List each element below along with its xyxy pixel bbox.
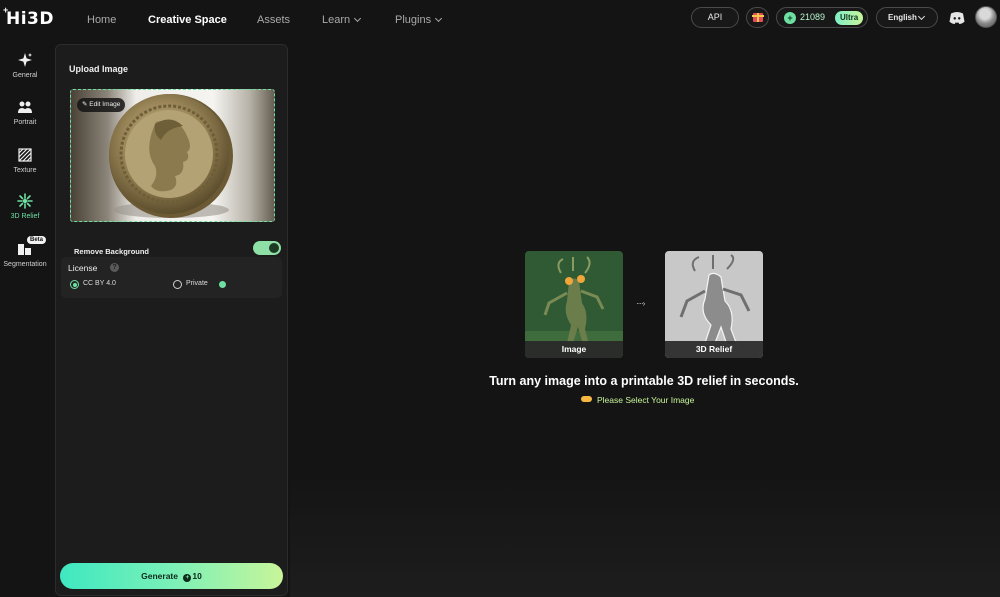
coin-icon: + bbox=[784, 12, 796, 24]
arrow-right-icon: ····› bbox=[636, 299, 645, 308]
edit-image-button[interactable]: ✎ Edit Image bbox=[77, 98, 126, 112]
sidebar-item-general[interactable]: General bbox=[0, 52, 50, 79]
license-option-label: Private bbox=[186, 280, 208, 287]
main-gradient bbox=[290, 470, 1000, 597]
sidebar-item-label: 3D Relief bbox=[10, 213, 40, 220]
sidebar-item-3d-relief[interactable]: 3D Relief bbox=[0, 193, 50, 220]
config-panel: Upload Image ✎ Edit Image Remove Backgro… bbox=[55, 44, 288, 596]
nav-creative-space[interactable]: Creative Space bbox=[148, 14, 227, 26]
license-radio-private[interactable] bbox=[173, 280, 182, 289]
gift-button[interactable] bbox=[746, 7, 769, 28]
edit-image-label: Edit Image bbox=[89, 101, 121, 108]
generate-label: Generate bbox=[141, 571, 178, 581]
sparkle-icon bbox=[18, 53, 32, 67]
discord-icon[interactable] bbox=[948, 9, 966, 27]
chevron-down-icon bbox=[354, 14, 362, 23]
sidebar-item-label: General bbox=[12, 72, 38, 79]
remove-background-toggle[interactable] bbox=[253, 241, 281, 255]
license-title: License bbox=[68, 263, 98, 273]
nav-home[interactable]: Home bbox=[87, 14, 116, 26]
nav-plugins-label: Plugins bbox=[395, 14, 432, 26]
sidebar-item-texture[interactable]: Texture bbox=[0, 147, 50, 174]
upload-card: Upload Image ✎ Edit Image Remove Backgro… bbox=[61, 53, 282, 256]
language-label: English bbox=[888, 13, 917, 22]
avatar[interactable] bbox=[975, 6, 997, 28]
people-icon bbox=[18, 101, 32, 113]
hint-label: Please Select Your Image bbox=[597, 395, 695, 405]
beta-badge: Beta bbox=[27, 236, 47, 244]
sidebar-item-label: Segmentation bbox=[3, 261, 47, 268]
uploaded-image[interactable]: ✎ Edit Image bbox=[70, 89, 275, 222]
example-output-label: 3D Relief bbox=[665, 341, 763, 358]
chevron-down-icon bbox=[917, 12, 926, 21]
credits-pill[interactable]: + 21089 Ultra bbox=[776, 7, 868, 28]
texture-icon bbox=[18, 148, 32, 162]
nav-plugins[interactable]: Plugins bbox=[395, 14, 443, 26]
nav-learn-label: Learn bbox=[322, 14, 351, 26]
relief-icon bbox=[17, 193, 33, 209]
logo[interactable]: Hi3D bbox=[6, 9, 54, 29]
generate-button[interactable]: Generate +10 bbox=[60, 563, 283, 589]
nav-assets[interactable]: Assets bbox=[257, 14, 290, 26]
select-image-hint[interactable]: Please Select Your Image bbox=[581, 395, 694, 405]
license-radio-cc-by[interactable] bbox=[70, 280, 79, 289]
api-button[interactable]: API bbox=[691, 7, 739, 28]
sidebar-item-label: Portrait bbox=[13, 119, 37, 126]
plan-badge: Ultra bbox=[835, 11, 864, 25]
remove-background-label: Remove Background bbox=[74, 247, 150, 256]
language-select[interactable]: English bbox=[876, 7, 938, 28]
nav-learn[interactable]: Learn bbox=[322, 14, 362, 26]
credits-count: 21089 bbox=[800, 12, 826, 22]
example-output-image: 3D Relief bbox=[665, 251, 763, 358]
generate-cost: 10 bbox=[192, 571, 202, 581]
upload-title: Upload Image bbox=[69, 64, 129, 74]
example-input-label: Image bbox=[525, 341, 623, 358]
top-bar: + Hi3D Home Creative Space Assets Learn … bbox=[0, 0, 1000, 38]
coin-icon: + bbox=[183, 574, 192, 582]
gift-icon bbox=[752, 13, 764, 22]
license-option-label: CC BY 4.0 bbox=[83, 280, 116, 287]
sidebar-item-portrait[interactable]: Portrait bbox=[0, 99, 50, 126]
license-card: License ? CC BY 4.0 Private bbox=[61, 257, 282, 298]
example-input-image: Image bbox=[525, 251, 623, 358]
chevron-down-icon bbox=[435, 14, 443, 23]
info-icon[interactable]: ? bbox=[110, 263, 119, 272]
sidebar-item-label: Texture bbox=[13, 167, 37, 174]
pointing-hand-icon bbox=[581, 396, 592, 402]
shield-icon bbox=[219, 281, 226, 288]
headline: Turn any image into a printable 3D relie… bbox=[489, 374, 799, 388]
sidebar-item-segmentation[interactable]: Beta Segmentation bbox=[0, 236, 50, 268]
